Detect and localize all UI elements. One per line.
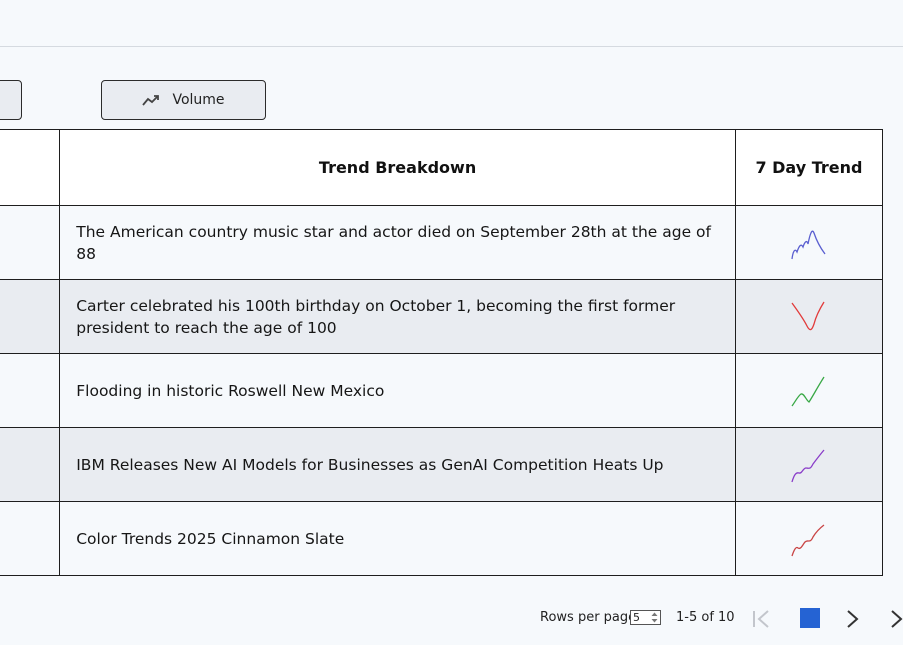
table-cell-cut — [0, 205, 61, 280]
table-cell-trend — [734, 427, 884, 502]
table-row[interactable]: Carter celebrated his 100th birthday on … — [0, 279, 884, 354]
table-cell-breakdown: Carter celebrated his 100th birthday on … — [59, 279, 736, 354]
breakdown-text: Color Trends 2025 Cinnamon Slate — [76, 529, 345, 548]
table-cell-breakdown: The American country music star and acto… — [59, 205, 736, 280]
table-row[interactable]: Color Trends 2025 Cinnamon Slate — [0, 501, 884, 576]
table-cell-cut — [0, 501, 61, 576]
chevron-right-icon[interactable] — [844, 608, 860, 630]
breakdown-text: Carter celebrated his 100th birthday on … — [76, 296, 676, 337]
pagination-range: 1-5 of 10 — [676, 610, 735, 625]
table-cell-breakdown: IBM Releases New AI Models for Businesse… — [59, 427, 736, 502]
volume-button-label: Volume — [172, 92, 225, 108]
breakdown-text: IBM Releases New AI Models for Businesse… — [76, 455, 664, 474]
table-cell-cut — [0, 279, 61, 354]
sparkline-icon — [791, 376, 825, 406]
table-cell-trend — [734, 501, 884, 576]
sparkline-icon — [791, 301, 825, 330]
rows-per-page-label: Rows per page — [540, 610, 637, 625]
trending-up-icon — [142, 95, 160, 106]
breakdown-text: Flooding in historic Roswell New Mexico — [76, 381, 385, 400]
table-row[interactable]: The American country music star and acto… — [0, 205, 884, 280]
volume-button[interactable]: Volume — [101, 80, 266, 120]
sparkline-icon — [791, 523, 825, 556]
rows-per-page-select[interactable]: 5 — [630, 610, 661, 625]
first-page-icon[interactable] — [750, 608, 772, 630]
table-cell-cut — [0, 427, 61, 502]
table-cell-trend — [734, 205, 884, 280]
table-row[interactable]: IBM Releases New AI Models for Businesse… — [0, 427, 884, 502]
top-bar — [0, 0, 903, 47]
current-page-button[interactable] — [800, 608, 820, 628]
table-cell-trend — [734, 279, 884, 354]
pagination-bar: Rows per page 5 1-5 of 10 — [0, 600, 903, 636]
header-cut-column — [0, 129, 61, 206]
last-page-icon[interactable] — [889, 608, 903, 630]
sparkline-icon — [791, 230, 826, 259]
table-cell-cut — [0, 353, 61, 428]
table-header-row: Trend Breakdown 7 Day Trend — [0, 129, 884, 206]
table-row[interactable]: Flooding in historic Roswell New Mexico — [0, 353, 884, 428]
breakdown-text: The American country music star and acto… — [76, 222, 711, 263]
table-cell-breakdown: Flooding in historic Roswell New Mexico — [59, 353, 736, 428]
trends-table: Trend Breakdown 7 Day Trend The American… — [0, 129, 884, 576]
spinner-arrows-icon — [651, 612, 658, 623]
table-cell-breakdown: Color Trends 2025 Cinnamon Slate — [59, 501, 736, 576]
header-7-day-trend[interactable]: 7 Day Trend — [734, 129, 884, 206]
table-cell-trend — [734, 353, 884, 428]
sparkline-icon — [791, 449, 825, 482]
filter-button[interactable] — [0, 80, 22, 120]
header-trend-breakdown[interactable]: Trend Breakdown — [59, 129, 736, 206]
rows-per-page-value: 5 — [633, 611, 640, 624]
